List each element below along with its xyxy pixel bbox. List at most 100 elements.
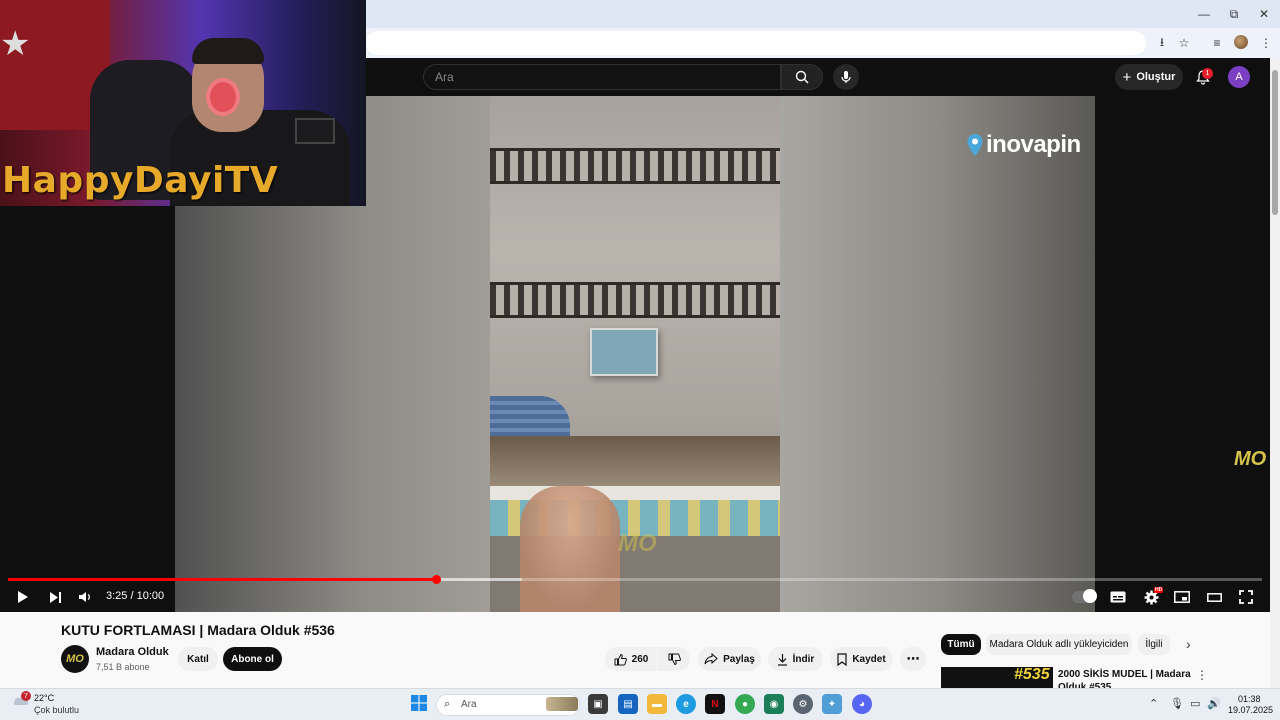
- minimize-icon[interactable]: —: [1188, 0, 1220, 28]
- chip-from-uploader[interactable]: Madara Olduk adlı yükleyiciden: [986, 634, 1132, 655]
- search-highlight-image: [546, 697, 578, 711]
- create-button[interactable]: + Oluştur: [1115, 64, 1183, 90]
- wall-border-decoration: [490, 282, 780, 318]
- task-view-icon[interactable]: ▣: [588, 694, 608, 714]
- volume-icon: [79, 592, 90, 602]
- download-label: İndir: [792, 653, 815, 665]
- channel-avatar[interactable]: MO: [61, 645, 89, 673]
- subtitles-icon: [1110, 591, 1126, 603]
- dislike-button[interactable]: [658, 647, 690, 671]
- browser-menu-icon[interactable]: ⋮: [1256, 33, 1276, 53]
- media-control-icon[interactable]: ≡: [1207, 33, 1227, 53]
- microphone-tray-icon[interactable]: 🎙: [1170, 697, 1184, 710]
- download-icon: [777, 653, 787, 666]
- search-icon: [795, 70, 809, 84]
- video-title: KUTU FORTLAMASI | Madara Olduk #536: [61, 622, 335, 638]
- fullscreen-button[interactable]: [1235, 586, 1257, 608]
- display-tray-icon[interactable]: ▭: [1190, 697, 1200, 710]
- next-button[interactable]: [44, 586, 66, 608]
- chevron-right-icon[interactable]: ›: [1186, 636, 1191, 652]
- search-input[interactable]: Ara: [423, 64, 781, 90]
- file-explorer-icon[interactable]: ▬: [647, 694, 667, 714]
- thumbs-up-icon: [614, 653, 627, 665]
- notification-count-badge: 1: [1202, 68, 1213, 79]
- windows-taskbar: [0, 688, 1280, 720]
- create-label: Oluştur: [1136, 71, 1176, 83]
- address-bar[interactable]: [366, 31, 1146, 55]
- plus-icon: +: [1122, 68, 1132, 86]
- save-button[interactable]: Kaydet: [830, 647, 893, 671]
- discord-app-icon[interactable]: ◕: [852, 694, 872, 714]
- network-app-icon[interactable]: ✦: [822, 694, 842, 714]
- sponsor-watermark: inovapin: [966, 130, 1081, 160]
- share-icon: [704, 653, 718, 665]
- theater-mode-button[interactable]: [1203, 586, 1225, 608]
- channel-watermark: MO: [618, 530, 657, 557]
- taskbar-search-icon: ⌕: [444, 698, 451, 710]
- miniplayer-icon: [1174, 591, 1190, 603]
- save-label: Kaydet: [852, 653, 886, 665]
- map-pin-icon: [967, 134, 983, 156]
- weather-alert-badge: 7: [21, 691, 31, 701]
- share-label: Paylaş: [723, 653, 755, 665]
- like-button[interactable]: 260: [605, 647, 657, 671]
- recommendation-thumbnail-text: #535: [1014, 666, 1050, 683]
- more-horizontal-icon: ⋯: [906, 651, 920, 666]
- foot: [520, 486, 620, 612]
- windows-start-icon[interactable]: [411, 695, 427, 711]
- miniplayer-button[interactable]: [1171, 586, 1193, 608]
- browser-profile-avatar[interactable]: [1234, 35, 1248, 49]
- streamer-name: HappyDayiTV: [2, 160, 279, 201]
- install-app-icon[interactable]: ⭳: [1152, 33, 1172, 53]
- more-vertical-icon[interactable]: ⋮: [1196, 668, 1208, 682]
- download-button[interactable]: İndir: [768, 647, 823, 671]
- chip-all[interactable]: Tümü: [941, 634, 981, 655]
- progress-played: [8, 578, 437, 581]
- headset-icon: [206, 78, 240, 116]
- flag-star-icon: ★: [0, 25, 31, 63]
- settings-app-icon[interactable]: ⚙: [793, 694, 813, 714]
- restore-icon[interactable]: ⧉: [1218, 0, 1250, 28]
- subtitles-button[interactable]: [1107, 586, 1129, 608]
- bookmark-star-icon[interactable]: ☆: [1174, 33, 1194, 53]
- account-avatar[interactable]: A: [1228, 66, 1250, 88]
- speaker-tray-icon[interactable]: 🔊: [1207, 697, 1221, 710]
- thumbs-down-icon: [668, 653, 681, 665]
- autoplay-toggle-knob[interactable]: [1083, 589, 1097, 603]
- time-display: 3:25 / 10:00: [106, 590, 165, 602]
- join-button[interactable]: Katıl: [178, 647, 218, 671]
- streamer-facecam: ★ HappyDayiTV: [0, 0, 366, 206]
- close-icon[interactable]: ✕: [1248, 0, 1280, 28]
- bookmark-icon: [837, 652, 847, 666]
- scrollbar-thumb[interactable]: [1272, 70, 1278, 215]
- theater-icon: [1206, 592, 1222, 602]
- calendar-app-icon[interactable]: ▤: [618, 694, 638, 714]
- microphone-icon: [841, 71, 851, 83]
- more-actions-button[interactable]: ⋯: [900, 647, 926, 671]
- video-blur-right: [780, 96, 1095, 612]
- hd-badge: HD: [1154, 587, 1164, 593]
- volume-button[interactable]: [74, 586, 96, 608]
- sponsor-name: inovapin: [986, 131, 1081, 158]
- edge-browser-icon[interactable]: e: [676, 694, 696, 714]
- wall-picture: [590, 328, 658, 376]
- search-button[interactable]: [781, 64, 823, 90]
- chip-related[interactable]: İlgili: [1138, 634, 1170, 655]
- weather-description[interactable]: Çok bulutlu: [34, 705, 79, 715]
- play-button[interactable]: [12, 586, 34, 608]
- taskbar-clock-time[interactable]: 01:38: [1238, 694, 1261, 704]
- weather-temperature[interactable]: 22°C: [34, 693, 54, 703]
- taskbar-clock-date[interactable]: 19.07.2025: [1228, 705, 1273, 715]
- channel-name[interactable]: Madara Olduk: [96, 646, 169, 658]
- channel-logo-overlay[interactable]: MO: [1234, 448, 1266, 474]
- play-icon: [18, 591, 28, 603]
- next-icon: [49, 591, 61, 603]
- steam-app-icon[interactable]: ◉: [764, 694, 784, 714]
- netflix-app-icon[interactable]: N: [705, 694, 725, 714]
- share-button[interactable]: Paylaş: [698, 647, 761, 671]
- like-count: 260: [631, 653, 649, 665]
- voice-search-button[interactable]: [833, 64, 859, 90]
- chrome-browser-icon[interactable]: ●: [735, 694, 755, 714]
- subscribe-button[interactable]: Abone ol: [223, 647, 282, 671]
- tray-overflow-icon[interactable]: ⌃: [1149, 697, 1158, 710]
